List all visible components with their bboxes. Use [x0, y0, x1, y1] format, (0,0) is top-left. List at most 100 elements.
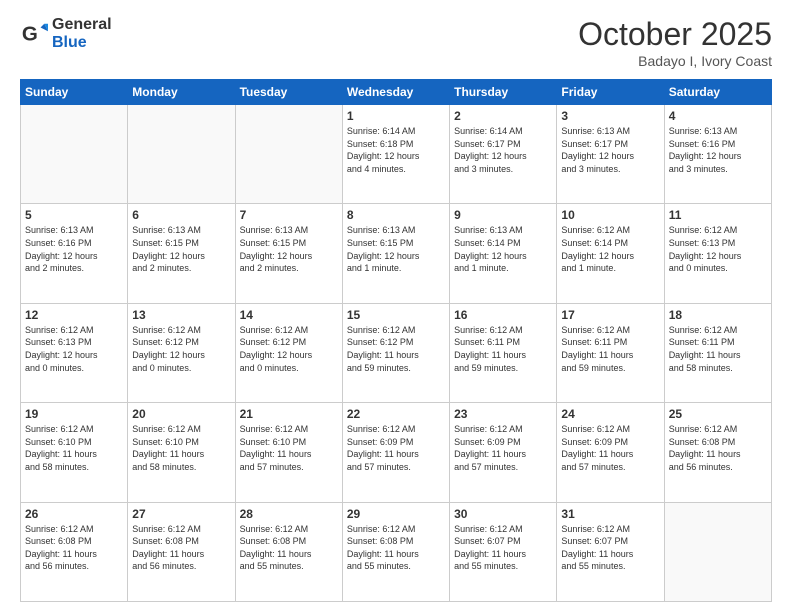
calendar-cell: 28 Sunrise: 6:12 AM Sunset: 6:08 PM Dayli… — [235, 502, 342, 601]
day-number: 7 — [240, 208, 338, 222]
calendar-week-3: 12 Sunrise: 6:12 AM Sunset: 6:13 PM Dayli… — [21, 303, 772, 402]
calendar-cell: 15Sunrise: 6:12 AM Sunset: 6:12 PM Dayli… — [342, 303, 449, 402]
calendar-cell: 5 Sunrise: 6:13 AM Sunset: 6:16 PM Daylig… — [21, 204, 128, 303]
calendar-cell: 13 Sunrise: 6:12 AM Sunset: 6:12 PM Dayli… — [128, 303, 235, 402]
calendar-cell: 19 Sunrise: 6:12 AM Sunset: 6:10 PM Dayli… — [21, 403, 128, 502]
day-number: 19 — [25, 407, 123, 421]
calendar-cell: 10Sunrise: 6:12 AM Sunset: 6:14 PM Dayli… — [557, 204, 664, 303]
weekday-header-sunday: Sunday — [21, 80, 128, 105]
weekday-header-wednesday: Wednesday — [342, 80, 449, 105]
calendar-cell: 18 Sunrise: 6:12 AM Sunset: 6:11 PM Dayli… — [664, 303, 771, 402]
day-info: Sunrise: 6:12 AM Sunset: 6:08 PM Dayligh… — [132, 523, 230, 573]
day-number: 13 — [132, 308, 230, 322]
day-info: Sunrise: 6:12 AM Sunset: 6:11 PM Dayligh… — [454, 324, 552, 374]
day-info: Sunrise: 6:12 AM Sunset: 6:14 PM Dayligh… — [561, 224, 659, 274]
calendar-cell: 24 Sunrise: 6:12 AM Sunset: 6:09 PM Dayli… — [557, 403, 664, 502]
calendar-cell — [128, 105, 235, 204]
calendar-cell: 6Sunrise: 6:13 AM Sunset: 6:15 PM Daylig… — [128, 204, 235, 303]
day-info: Sunrise: 6:13 AM Sunset: 6:14 PM Dayligh… — [454, 224, 552, 274]
calendar-cell: 20 Sunrise: 6:12 AM Sunset: 6:10 PM Dayli… — [128, 403, 235, 502]
day-info: Sunrise: 6:14 AM Sunset: 6:17 PM Dayligh… — [454, 125, 552, 175]
title-area: October 2025 Badayo I, Ivory Coast — [578, 16, 772, 69]
day-info: Sunrise: 6:14 AM Sunset: 6:18 PM Dayligh… — [347, 125, 445, 175]
day-number: 4 — [669, 109, 767, 123]
calendar-cell: 31Sunrise: 6:12 AM Sunset: 6:07 PM Dayli… — [557, 502, 664, 601]
day-info: Sunrise: 6:12 AM Sunset: 6:13 PM Dayligh… — [669, 224, 767, 274]
weekday-header-friday: Friday — [557, 80, 664, 105]
weekday-header-tuesday: Tuesday — [235, 80, 342, 105]
day-number: 28 — [240, 507, 338, 521]
day-info: Sunrise: 6:13 AM Sunset: 6:16 PM Dayligh… — [25, 224, 123, 274]
day-number: 14 — [240, 308, 338, 322]
calendar-cell — [664, 502, 771, 601]
day-info: Sunrise: 6:12 AM Sunset: 6:09 PM Dayligh… — [347, 423, 445, 473]
page: G General Blue October 2025 Badayo I, Iv… — [0, 0, 792, 612]
calendar-cell: 25Sunrise: 6:12 AM Sunset: 6:08 PM Dayli… — [664, 403, 771, 502]
day-number: 2 — [454, 109, 552, 123]
day-number: 26 — [25, 507, 123, 521]
calendar-cell — [235, 105, 342, 204]
day-info: Sunrise: 6:12 AM Sunset: 6:13 PM Dayligh… — [25, 324, 123, 374]
logo-icon: G — [20, 20, 48, 48]
day-info: Sunrise: 6:12 AM Sunset: 6:12 PM Dayligh… — [240, 324, 338, 374]
calendar-cell: 11 Sunrise: 6:12 AM Sunset: 6:13 PM Dayli… — [664, 204, 771, 303]
day-info: Sunrise: 6:12 AM Sunset: 6:10 PM Dayligh… — [25, 423, 123, 473]
day-number: 21 — [240, 407, 338, 421]
location: Badayo I, Ivory Coast — [578, 53, 772, 69]
day-info: Sunrise: 6:12 AM Sunset: 6:09 PM Dayligh… — [454, 423, 552, 473]
day-number: 11 — [669, 208, 767, 222]
calendar-cell: 4 Sunrise: 6:13 AM Sunset: 6:16 PM Daylig… — [664, 105, 771, 204]
day-number: 24 — [561, 407, 659, 421]
calendar-cell: 3Sunrise: 6:13 AM Sunset: 6:17 PM Daylig… — [557, 105, 664, 204]
calendar-cell: 2 Sunrise: 6:14 AM Sunset: 6:17 PM Daylig… — [450, 105, 557, 204]
calendar-cell: 23Sunrise: 6:12 AM Sunset: 6:09 PM Dayli… — [450, 403, 557, 502]
logo: G General Blue — [20, 16, 112, 51]
calendar-cell: 16 Sunrise: 6:12 AM Sunset: 6:11 PM Dayli… — [450, 303, 557, 402]
day-number: 8 — [347, 208, 445, 222]
calendar-week-4: 19 Sunrise: 6:12 AM Sunset: 6:10 PM Dayli… — [21, 403, 772, 502]
day-info: Sunrise: 6:12 AM Sunset: 6:09 PM Dayligh… — [561, 423, 659, 473]
weekday-header-row: SundayMondayTuesdayWednesdayThursdayFrid… — [21, 80, 772, 105]
calendar-cell: 12 Sunrise: 6:12 AM Sunset: 6:13 PM Dayli… — [21, 303, 128, 402]
day-info: Sunrise: 6:13 AM Sunset: 6:15 PM Dayligh… — [240, 224, 338, 274]
calendar-week-5: 26 Sunrise: 6:12 AM Sunset: 6:08 PM Dayli… — [21, 502, 772, 601]
calendar-cell: 17 Sunrise: 6:12 AM Sunset: 6:11 PM Dayli… — [557, 303, 664, 402]
day-number: 12 — [25, 308, 123, 322]
day-info: Sunrise: 6:12 AM Sunset: 6:11 PM Dayligh… — [561, 324, 659, 374]
calendar-cell: 30 Sunrise: 6:12 AM Sunset: 6:07 PM Dayli… — [450, 502, 557, 601]
day-number: 5 — [25, 208, 123, 222]
calendar-table: SundayMondayTuesdayWednesdayThursdayFrid… — [20, 79, 772, 602]
day-number: 16 — [454, 308, 552, 322]
calendar-cell: 1 Sunrise: 6:14 AM Sunset: 6:18 PM Daylig… — [342, 105, 449, 204]
calendar-week-1: 1 Sunrise: 6:14 AM Sunset: 6:18 PM Daylig… — [21, 105, 772, 204]
calendar-cell: 14 Sunrise: 6:12 AM Sunset: 6:12 PM Dayli… — [235, 303, 342, 402]
day-number: 1 — [347, 109, 445, 123]
day-info: Sunrise: 6:13 AM Sunset: 6:16 PM Dayligh… — [669, 125, 767, 175]
day-number: 20 — [132, 407, 230, 421]
svg-text:G: G — [22, 22, 38, 45]
calendar-week-2: 5 Sunrise: 6:13 AM Sunset: 6:16 PM Daylig… — [21, 204, 772, 303]
calendar-cell: 29Sunrise: 6:12 AM Sunset: 6:08 PM Dayli… — [342, 502, 449, 601]
day-number: 27 — [132, 507, 230, 521]
calendar-cell: 9 Sunrise: 6:13 AM Sunset: 6:14 PM Daylig… — [450, 204, 557, 303]
day-number: 17 — [561, 308, 659, 322]
weekday-header-saturday: Saturday — [664, 80, 771, 105]
day-number: 15 — [347, 308, 445, 322]
calendar-cell: 27 Sunrise: 6:12 AM Sunset: 6:08 PM Dayli… — [128, 502, 235, 601]
day-number: 6 — [132, 208, 230, 222]
day-info: Sunrise: 6:12 AM Sunset: 6:08 PM Dayligh… — [669, 423, 767, 473]
day-number: 9 — [454, 208, 552, 222]
day-number: 30 — [454, 507, 552, 521]
calendar-cell: 7 Sunrise: 6:13 AM Sunset: 6:15 PM Daylig… — [235, 204, 342, 303]
day-info: Sunrise: 6:12 AM Sunset: 6:07 PM Dayligh… — [454, 523, 552, 573]
day-info: Sunrise: 6:12 AM Sunset: 6:11 PM Dayligh… — [669, 324, 767, 374]
day-number: 29 — [347, 507, 445, 521]
day-info: Sunrise: 6:12 AM Sunset: 6:08 PM Dayligh… — [240, 523, 338, 573]
day-info: Sunrise: 6:12 AM Sunset: 6:10 PM Dayligh… — [132, 423, 230, 473]
day-info: Sunrise: 6:12 AM Sunset: 6:12 PM Dayligh… — [132, 324, 230, 374]
day-info: Sunrise: 6:12 AM Sunset: 6:10 PM Dayligh… — [240, 423, 338, 473]
calendar-cell: 22 Sunrise: 6:12 AM Sunset: 6:09 PM Dayli… — [342, 403, 449, 502]
day-number: 18 — [669, 308, 767, 322]
day-number: 22 — [347, 407, 445, 421]
day-info: Sunrise: 6:12 AM Sunset: 6:07 PM Dayligh… — [561, 523, 659, 573]
